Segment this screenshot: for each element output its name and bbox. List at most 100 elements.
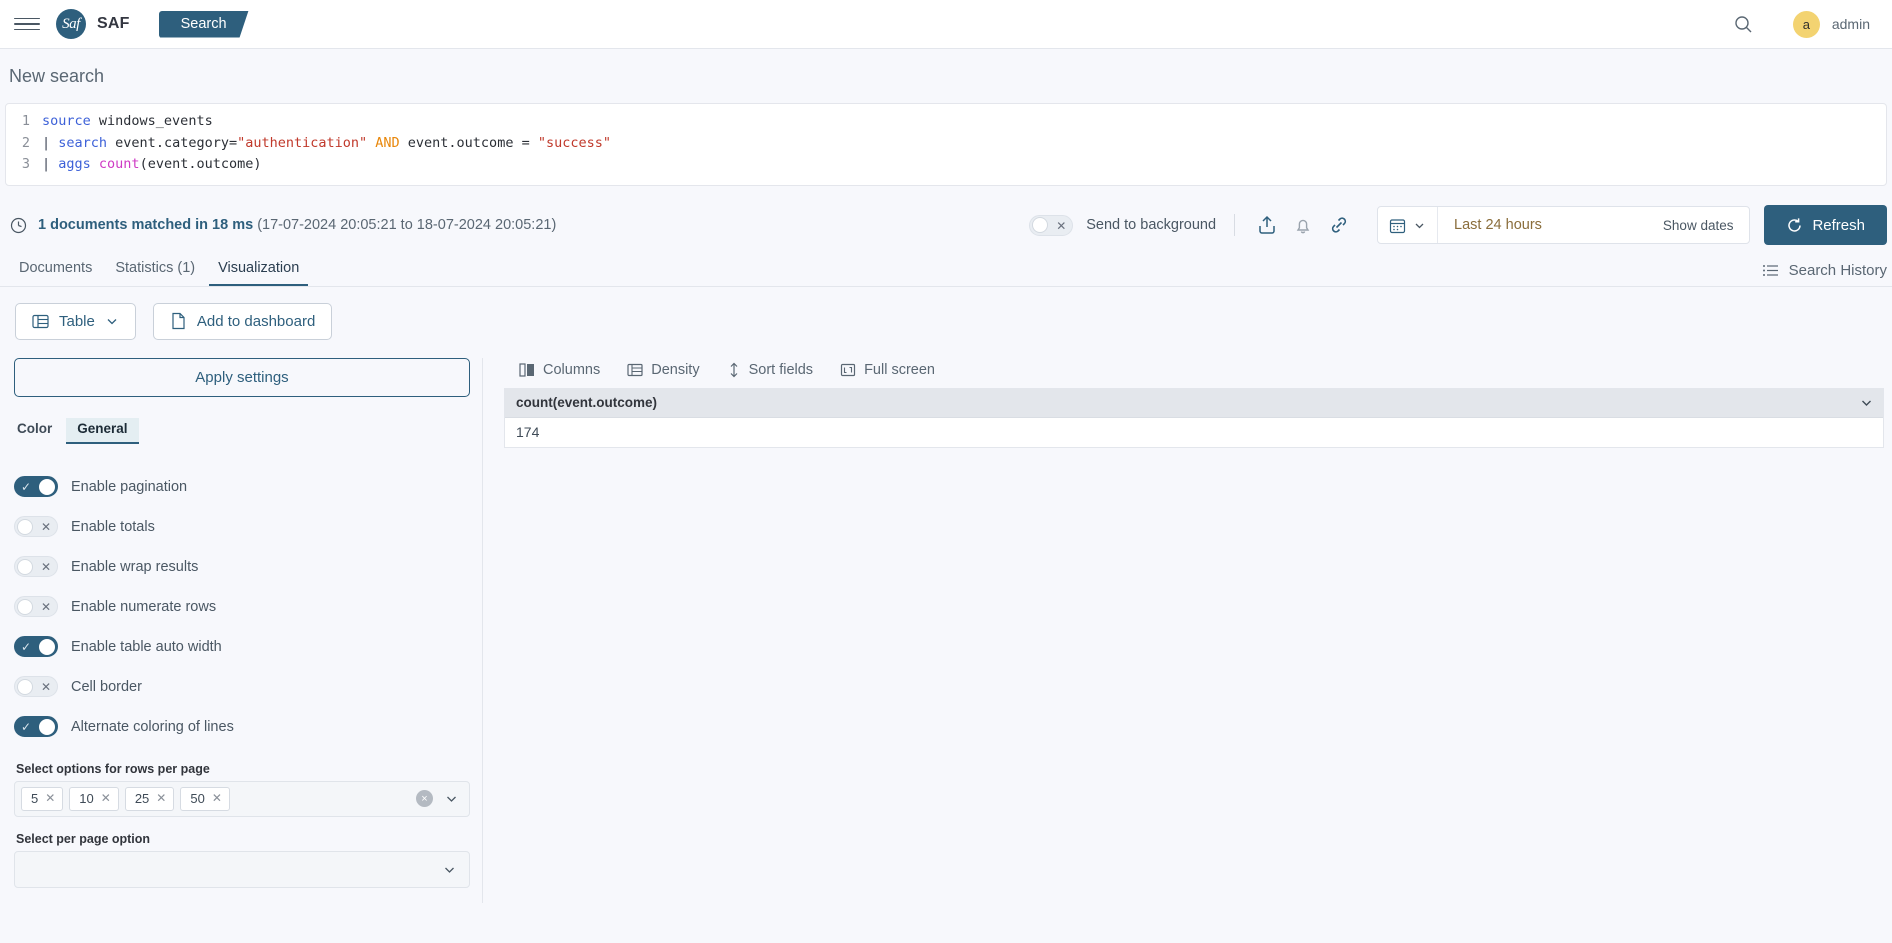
- send-to-background-label: Send to background: [1086, 217, 1217, 233]
- page-title: New search: [9, 66, 105, 86]
- settings-options-list: ✓ Enable pagination ✕ Enable totals ✕ En…: [14, 467, 470, 747]
- density-button[interactable]: Density: [627, 361, 700, 378]
- option-label: Enable table auto width: [71, 638, 222, 655]
- select-chevron: [442, 862, 457, 877]
- toggle-alternate-coloring-of-lines[interactable]: ✓: [14, 716, 58, 737]
- density-icon: [627, 363, 643, 376]
- columns-button[interactable]: Columns: [519, 362, 600, 378]
- show-dates-button[interactable]: Show dates: [1663, 218, 1750, 233]
- column-header-count[interactable]: count(event.outcome): [516, 395, 657, 410]
- full-screen-button[interactable]: Full screen: [840, 362, 935, 378]
- chevron-down-icon: [1415, 223, 1424, 228]
- tab-documents[interactable]: Documents: [10, 260, 101, 286]
- date-range-value[interactable]: Last 24 hours: [1438, 217, 1558, 233]
- logo-text: Saf: [62, 15, 80, 32]
- chip: 50 ✕: [180, 786, 230, 811]
- grid-header-row: count(event.outcome): [505, 388, 1883, 418]
- calendar-icon: [1389, 218, 1406, 233]
- subtab-color[interactable]: Color: [14, 418, 66, 444]
- toggle-knob: [17, 558, 33, 575]
- line-number: 3: [21, 156, 30, 172]
- per-page-option-select[interactable]: [14, 850, 470, 888]
- query-editor[interactable]: 1 source windows_events 2 | search event…: [5, 103, 1887, 186]
- divider: [1234, 214, 1236, 236]
- chip: 5 ✕: [21, 786, 64, 811]
- cell-count-value: 174: [516, 424, 540, 440]
- check-icon: ✓: [21, 640, 32, 654]
- toggle-enable-pagination[interactable]: ✓: [14, 476, 58, 497]
- search-icon[interactable]: [1734, 15, 1753, 34]
- settings-panel: Apply settings Color General ✓ Enable pa…: [0, 357, 483, 903]
- visualization-type-select[interactable]: Table: [15, 302, 136, 340]
- multiselect-controls: ×: [416, 790, 463, 807]
- sort-fields-button[interactable]: Sort fields: [727, 362, 813, 378]
- chip-remove-icon[interactable]: ✕: [156, 791, 166, 805]
- toggle-cell-border[interactable]: ✕: [14, 676, 58, 697]
- clock-icon: [10, 217, 27, 234]
- toggle-enable-numerate-rows[interactable]: ✕: [14, 596, 58, 617]
- username-label[interactable]: admin: [1832, 16, 1870, 32]
- fullscreen-icon: [840, 363, 856, 376]
- table-icon: [32, 314, 49, 328]
- chevron-down-icon: [445, 867, 454, 873]
- chip-remove-icon[interactable]: ✕: [45, 791, 55, 805]
- chevron-down-icon: [447, 796, 456, 802]
- refresh-button[interactable]: Refresh: [1764, 205, 1887, 245]
- option-row: ✕ Enable numerate rows: [14, 587, 470, 627]
- column-menu-chevron-down-icon[interactable]: [1859, 395, 1874, 410]
- share-icon[interactable]: [1256, 214, 1278, 236]
- date-picker: Last 24 hours Show dates: [1377, 206, 1751, 244]
- code-line: 1 source windows_events: [6, 111, 1886, 133]
- link-icon[interactable]: [1328, 214, 1350, 236]
- close-icon: ✕: [1056, 218, 1067, 233]
- tab-visualization[interactable]: Visualization: [209, 260, 309, 286]
- toggle-enable-wrap-results[interactable]: ✕: [14, 556, 58, 577]
- apply-settings-button[interactable]: Apply settings: [14, 357, 470, 397]
- avatar-initial: a: [1802, 16, 1810, 32]
- option-label: Enable pagination: [71, 478, 188, 495]
- chevron-down-icon: [107, 319, 117, 325]
- toggle-enable-table-auto-width[interactable]: ✓: [14, 636, 58, 657]
- result-tabs: Documents Statistics (1) Visualization S…: [0, 253, 1892, 287]
- add-to-dashboard-button[interactable]: Add to dashboard: [152, 302, 333, 340]
- clear-all-icon[interactable]: ×: [416, 790, 433, 807]
- results-count-text: 1 documents matched in 18 ms: [38, 217, 254, 233]
- check-icon: ✓: [21, 480, 32, 494]
- hamburger-icon[interactable]: [14, 11, 40, 37]
- line-number: 2: [21, 134, 30, 151]
- sort-fields-label: Sort fields: [748, 361, 814, 378]
- close-icon: ✕: [40, 680, 51, 694]
- send-to-background-toggle[interactable]: ✕: [1029, 214, 1074, 236]
- nav-tab-search[interactable]: Search: [158, 10, 249, 38]
- option-row: ✕ Cell border: [14, 667, 470, 707]
- status-actions: ✕ Send to background Last 24 hours Show …: [1029, 205, 1887, 245]
- line-number: 1: [21, 113, 30, 129]
- option-row: ✕ Enable totals: [14, 507, 470, 547]
- avatar[interactable]: a: [1792, 10, 1820, 38]
- rows-per-page-label: Select options for rows per page: [16, 761, 210, 776]
- search-history-button[interactable]: Search History: [1762, 262, 1887, 286]
- option-label: Enable totals: [71, 518, 155, 535]
- main-content: Apply settings Color General ✓ Enable pa…: [0, 357, 1892, 903]
- bell-icon[interactable]: [1292, 214, 1314, 236]
- results-summary: 1 documents matched in 18 ms (17-07-2024…: [38, 217, 556, 233]
- option-label: Enable numerate rows: [71, 598, 217, 615]
- search-history-label: Search History: [1788, 261, 1887, 279]
- density-label: Density: [651, 361, 700, 378]
- chip-remove-icon[interactable]: ✕: [101, 791, 111, 805]
- toggle-knob: [39, 638, 55, 655]
- option-row: ✓ Enable table auto width: [14, 627, 470, 667]
- toggle-enable-totals[interactable]: ✕: [14, 516, 58, 537]
- per-page-option-label: Select per page option: [16, 831, 151, 846]
- option-row: ✕ Enable wrap results: [14, 547, 470, 587]
- app-logo[interactable]: Saf: [56, 9, 86, 39]
- search-status-bar: 1 documents matched in 18 ms (17-07-2024…: [0, 186, 1892, 248]
- grid-toolbar: Columns Density Sort fields Full screen: [504, 358, 1884, 388]
- code-content: source windows_events: [42, 113, 213, 129]
- chip-remove-icon[interactable]: ✕: [212, 791, 222, 805]
- rows-per-page-multiselect[interactable]: 5 ✕ 10 ✕ 25 ✕ 50 ✕ ×: [14, 780, 470, 817]
- toggle-knob: [17, 598, 33, 615]
- subtab-general[interactable]: General: [66, 417, 139, 444]
- tab-statistics[interactable]: Statistics (1): [106, 260, 204, 286]
- calendar-dropdown-button[interactable]: [1378, 207, 1439, 243]
